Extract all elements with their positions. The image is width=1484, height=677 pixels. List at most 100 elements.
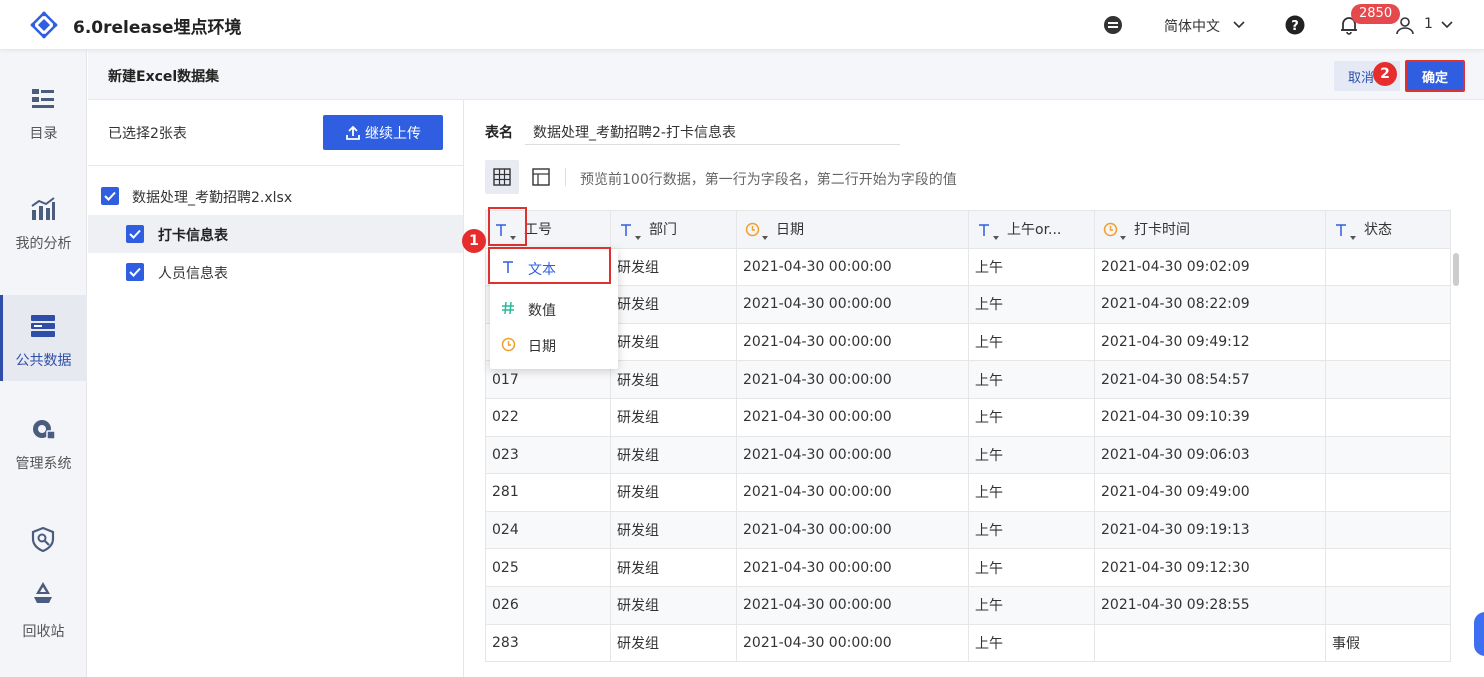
table-cell: 上午 xyxy=(968,623,1095,663)
table-cell: 2021-04-30 00:00:00 xyxy=(736,397,969,437)
text-type-icon[interactable] xyxy=(977,223,991,237)
check-icon xyxy=(129,267,141,277)
column-header[interactable]: 部门 xyxy=(610,210,737,249)
table-cell: 2021-04-30 09:10:39 xyxy=(1094,397,1326,437)
divider xyxy=(88,165,463,166)
table-cell xyxy=(1325,435,1451,475)
vertical-scrollbar[interactable] xyxy=(1453,253,1459,286)
caret-down-icon[interactable] xyxy=(993,235,999,240)
table-cell: 2021-04-30 00:00:00 xyxy=(736,435,969,475)
table-cell xyxy=(1325,247,1451,287)
chevron-down-icon[interactable] xyxy=(1440,18,1454,32)
date-type-icon[interactable] xyxy=(745,222,760,237)
grid-icon xyxy=(493,168,511,186)
column-header[interactable]: 状态 xyxy=(1325,210,1451,249)
file-name: 数据处理_考勤招聘2.xlsx xyxy=(132,190,293,206)
dataset-header: 新建Excel数据集 取消 确定 xyxy=(88,50,1484,100)
nav-item-my-analysis[interactable]: 我的分析 xyxy=(0,178,87,264)
switch-icon[interactable] xyxy=(1102,14,1124,36)
table-cell: 研发组 xyxy=(610,585,737,625)
dropdown-label: 数值 xyxy=(528,303,556,319)
shield-icon xyxy=(31,526,55,552)
table-cell: 2021-04-30 00:00:00 xyxy=(736,548,969,587)
table-cell: 2021-04-30 09:12:30 xyxy=(1094,548,1326,587)
table-cell: 023 xyxy=(485,435,611,475)
caret-down-icon[interactable] xyxy=(1350,235,1356,240)
caret-down-icon[interactable] xyxy=(1120,235,1126,240)
column-header[interactable]: 打卡时间 xyxy=(1094,210,1326,249)
table-row: 023 研发组 2021-04-30 00:00:00 上午 2021-04-30 09… xyxy=(485,435,1451,475)
check-icon xyxy=(129,229,141,239)
page-title: 新建Excel数据集 xyxy=(108,69,220,85)
type-selector-highlight xyxy=(488,207,527,246)
table-cell: 研发组 xyxy=(610,623,737,663)
upload-label: 继续上传 xyxy=(365,125,421,142)
step-marker-1: 1 xyxy=(462,229,486,253)
table-row: 024 研发组 2021-04-30 00:00:00 上午 2021-04-30 09… xyxy=(485,510,1451,550)
file-checkbox[interactable] xyxy=(101,187,119,205)
caret-down-icon[interactable] xyxy=(635,235,641,240)
left-nav: 目录 我的分析 公共数据 管理系统 回收站 xyxy=(0,50,87,677)
user-icon[interactable] xyxy=(1394,14,1416,36)
chart-icon xyxy=(31,197,55,220)
table-cell xyxy=(1325,585,1451,625)
text-type-icon[interactable] xyxy=(619,223,633,237)
field-type-dropdown: 文本 数值 日期 xyxy=(488,247,618,369)
nav-label: 我的分析 xyxy=(15,236,72,252)
table-cell: 上午 xyxy=(968,360,1095,399)
sheet-checkbox[interactable] xyxy=(126,263,144,281)
sheet-name: 打卡信息表 xyxy=(158,228,228,244)
dropdown-item-text[interactable]: 文本 xyxy=(488,247,611,284)
layout-view-button[interactable] xyxy=(524,160,558,194)
text-type-icon xyxy=(503,261,513,273)
tree-row-sheet[interactable]: 打卡信息表 xyxy=(88,215,463,253)
nav-item-admin[interactable]: 管理系统 xyxy=(0,398,87,484)
confirm-button[interactable]: 确定 xyxy=(1405,60,1465,92)
table-cell: 研发组 xyxy=(610,510,737,550)
table-cell xyxy=(1325,360,1451,399)
sheet-checkbox[interactable] xyxy=(126,225,144,243)
preview-panel: 表名 数据处理_考勤招聘2-打卡信息表 预览前100行数据，第一行为字段名，第二… xyxy=(465,100,1484,677)
help-icon[interactable]: ? xyxy=(1284,14,1306,36)
tree-row-file[interactable]: 数据处理_考勤招聘2.xlsx xyxy=(88,177,463,215)
table-cell: 281 xyxy=(485,473,611,512)
table-cell: 2021-04-30 09:06:03 xyxy=(1094,435,1326,475)
table-cell: 2021-04-30 00:00:00 xyxy=(736,473,969,512)
caret-down-icon[interactable] xyxy=(762,235,768,240)
table-cell: 2021-04-30 00:00:00 xyxy=(736,585,969,625)
floating-assistant-button[interactable] xyxy=(1474,612,1484,656)
table-header-row: 工号 部门 日期 上午or... 打卡时间 状态 xyxy=(485,210,1451,249)
table-cell: 2021-04-30 09:19:13 xyxy=(1094,510,1326,550)
table-cell: 研发组 xyxy=(610,435,737,475)
table-name-input[interactable]: 数据处理_考勤招聘2-打卡信息表 xyxy=(533,122,736,142)
nav-item-catalog[interactable]: 目录 xyxy=(0,68,87,154)
table-cell: 研发组 xyxy=(610,285,737,324)
svg-text:?: ? xyxy=(1291,19,1299,34)
table-cell: 上午 xyxy=(968,585,1095,625)
nav-item-public-data[interactable]: 公共数据 xyxy=(0,295,87,381)
nav-item-security[interactable] xyxy=(0,510,87,570)
user-name[interactable]: 1 xyxy=(1424,16,1433,32)
sheet-name: 人员信息表 xyxy=(158,266,228,282)
nav-item-recycle[interactable]: 回收站 xyxy=(0,570,87,656)
dropdown-item-date[interactable]: 日期 xyxy=(490,326,618,362)
text-type-icon[interactable] xyxy=(1334,223,1348,237)
column-header[interactable]: 日期 xyxy=(736,210,969,249)
column-header[interactable]: 上午or... xyxy=(968,210,1095,249)
continue-upload-button[interactable]: 继续上传 xyxy=(323,115,443,150)
table-row: 026 研发组 2021-04-30 00:00:00 上午 2021-04-30 09… xyxy=(485,585,1451,625)
table-row: 025 研发组 2021-04-30 00:00:00 上午 2021-04-30 09… xyxy=(485,548,1451,587)
language-selector[interactable]: 简体中文 xyxy=(1164,16,1220,36)
table-cell xyxy=(1325,397,1451,437)
grid-view-button[interactable] xyxy=(485,160,519,194)
table-cell: 026 xyxy=(485,585,611,625)
table-row: 研发组 2021-04-30 00:00:00 上午 2021-04-30 08:22… xyxy=(485,285,1451,324)
date-type-icon[interactable] xyxy=(1103,222,1118,237)
table-cell: 025 xyxy=(485,548,611,587)
tree-row-sheet[interactable]: 人员信息表 xyxy=(88,253,463,291)
dropdown-item-number[interactable]: 数值 xyxy=(490,290,618,326)
chevron-down-icon[interactable] xyxy=(1232,18,1246,32)
dropdown-label: 文本 xyxy=(528,262,556,278)
nav-label: 回收站 xyxy=(22,624,65,640)
table-cell: 2021-04-30 00:00:00 xyxy=(736,623,969,663)
